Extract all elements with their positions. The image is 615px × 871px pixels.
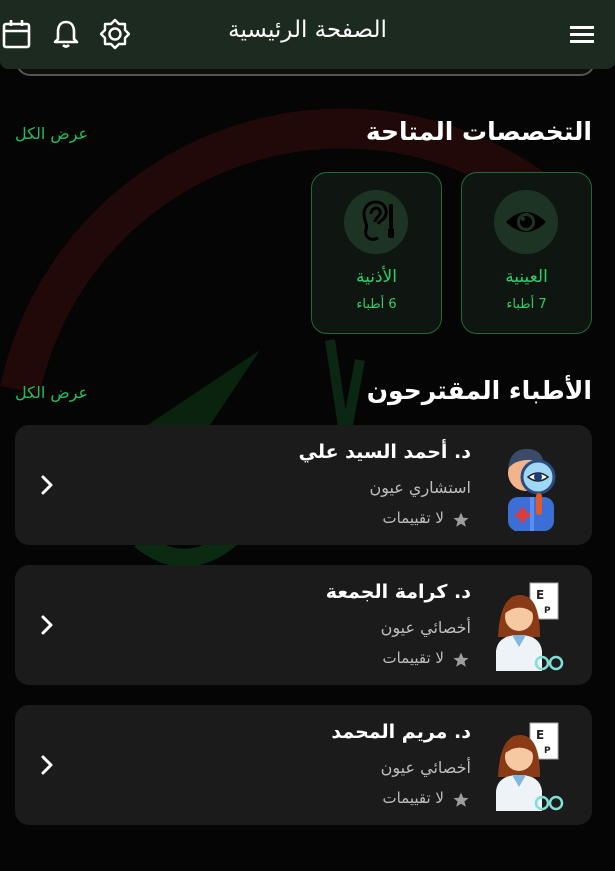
eye-icon	[506, 212, 546, 232]
specialty-name: العينية	[505, 267, 548, 287]
chevron-right-icon[interactable]	[37, 753, 57, 777]
specialty-doctor-count: 7 أطباء	[506, 297, 547, 312]
specialty-doctor-count: 6 أطباء	[356, 297, 397, 312]
doctor-card[interactable]: د. أحمد السيد علي استشاري عيون لا تقييما…	[15, 425, 592, 545]
specialty-icon-circle	[344, 190, 408, 254]
doctor-name: د. أحمد السيد علي	[298, 441, 471, 463]
svg-text:E: E	[536, 728, 544, 742]
doctor-rating: لا تقييمات	[382, 509, 444, 527]
specialty-card-ear[interactable]: الأذنية 6 أطباء	[311, 172, 442, 334]
doctor-specialty: استشاري عيون	[369, 478, 471, 497]
specialty-icon-circle	[494, 190, 558, 254]
menu-hamburger-icon[interactable]	[568, 20, 598, 52]
doctor-name: د. مريم المحمد	[331, 721, 471, 743]
doctors-section-title: الأطباء المقترحون	[366, 376, 592, 405]
doctor-specialty: أخصائي عيون	[380, 618, 471, 637]
star-icon	[453, 512, 469, 527]
doctor-rating: لا تقييمات	[382, 789, 444, 807]
doctors-view-all-link[interactable]: عرض الكل	[15, 383, 88, 402]
doctor-name: د. كرامة الجمعة	[325, 581, 471, 603]
doctor-card[interactable]: E P د. مريم المحمد أخصائي عيون لا تقييما…	[15, 705, 592, 825]
svg-text:P: P	[544, 746, 551, 756]
svg-text:P: P	[544, 606, 551, 616]
specialties-view-all-link[interactable]: عرض الكل	[15, 124, 88, 143]
specialties-section-title: التخصصات المتاحة	[365, 117, 592, 146]
doctor-card[interactable]: E P د. كرامة الجمعة أخصائي عيون لا تقييم…	[15, 565, 592, 685]
female-optometrist-avatar: E P	[496, 582, 564, 671]
star-icon	[453, 792, 469, 807]
svg-text:E: E	[536, 588, 544, 602]
doctor-specialty: أخصائي عيون	[380, 758, 471, 777]
ear-icon	[362, 200, 394, 241]
male-eye-doctor-avatar	[508, 448, 556, 531]
page-title: الصفحة الرئيسية	[228, 17, 387, 43]
doctor-rating: لا تقييمات	[382, 649, 444, 667]
chevron-right-icon[interactable]	[37, 473, 57, 497]
star-icon	[453, 652, 469, 667]
specialty-card-eye[interactable]: العينية 7 أطباء	[461, 172, 592, 334]
specialty-name: الأذنية	[356, 267, 397, 287]
female-optometrist-avatar: E P	[496, 722, 564, 811]
chevron-right-icon[interactable]	[37, 613, 57, 637]
app-bar: الصفحة الرئيسية	[0, 0, 615, 69]
